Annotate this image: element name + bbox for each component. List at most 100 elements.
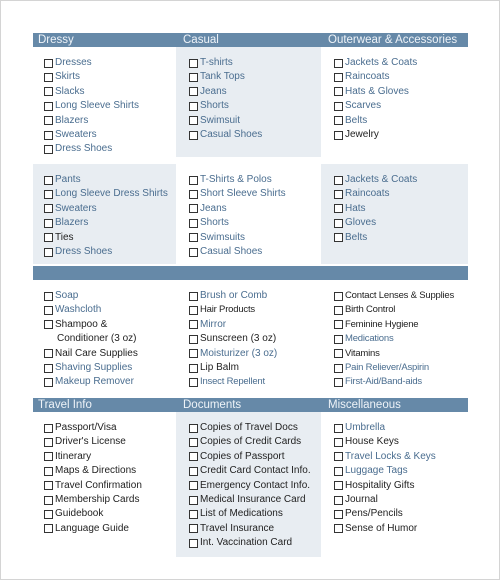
checklist-item[interactable]: Feminine Hygiene <box>334 319 419 331</box>
checklist-item[interactable]: Long Sleeve Shirts <box>44 100 139 112</box>
checkbox[interactable] <box>334 349 343 359</box>
checklist-item[interactable]: Travel Confirmation <box>44 480 142 492</box>
checkbox[interactable] <box>44 524 53 534</box>
checkbox[interactable] <box>334 58 343 68</box>
checkbox[interactable] <box>44 509 53 519</box>
checkbox[interactable] <box>189 87 198 97</box>
checklist-item[interactable]: Pants <box>44 174 81 186</box>
checklist-item[interactable]: Jeans <box>189 86 227 98</box>
checkbox[interactable] <box>334 481 343 491</box>
checkbox[interactable] <box>189 305 198 315</box>
checkbox[interactable] <box>44 495 53 505</box>
checklist-item[interactable]: Journal <box>334 494 378 506</box>
checkbox[interactable] <box>44 87 53 97</box>
checkbox[interactable] <box>44 349 53 359</box>
checkbox[interactable] <box>189 377 198 387</box>
checklist-item[interactable]: T-shirts <box>189 57 233 69</box>
checklist-item[interactable]: Membership Cards <box>44 494 139 506</box>
checklist-item[interactable]: Long Sleeve Dress Shirts <box>44 188 168 200</box>
checkbox[interactable] <box>189 452 198 462</box>
checklist-item[interactable]: Pens/Pencils <box>334 508 403 520</box>
checklist-item[interactable]: Gloves <box>334 217 376 229</box>
checklist-item[interactable]: Nail Care Supplies <box>44 348 138 360</box>
checkbox[interactable] <box>189 466 198 476</box>
checkbox[interactable] <box>189 72 198 82</box>
checklist-item[interactable]: Dress Shoes <box>44 246 112 258</box>
checkbox[interactable] <box>44 377 53 387</box>
checkbox[interactable] <box>189 204 198 214</box>
checklist-item[interactable]: Umbrella <box>334 422 385 434</box>
checkbox[interactable] <box>189 130 198 140</box>
checkbox[interactable] <box>189 349 198 359</box>
checkbox[interactable] <box>334 204 343 214</box>
checklist-item[interactable]: Casual Shoes <box>189 246 262 258</box>
checklist-item[interactable]: Skirts <box>44 71 80 83</box>
checklist-item[interactable]: Medical Insurance Card <box>189 494 306 506</box>
checklist-item[interactable]: Vitamins <box>334 348 380 360</box>
checkbox[interactable] <box>44 144 53 154</box>
checklist-item[interactable]: Itinerary <box>44 451 91 463</box>
checklist-item[interactable]: Jackets & Coats <box>334 174 417 186</box>
checkbox[interactable] <box>44 320 53 330</box>
checkbox[interactable] <box>334 87 343 97</box>
checkbox[interactable] <box>189 58 198 68</box>
checklist-item[interactable]: Shaving Supplies <box>44 362 132 374</box>
checkbox[interactable] <box>189 189 198 199</box>
checkbox[interactable] <box>44 466 53 476</box>
checklist-item[interactable]: Int. Vaccination Card <box>189 537 292 549</box>
checklist-item[interactable]: Credit Card Contact Info. <box>189 465 311 477</box>
checkbox[interactable] <box>44 305 53 315</box>
checkbox[interactable] <box>334 291 343 301</box>
checkbox[interactable] <box>334 466 343 476</box>
checklist-item[interactable]: Jeans <box>189 203 227 215</box>
checkbox[interactable] <box>44 204 53 214</box>
checklist-item[interactable]: Slacks <box>44 86 84 98</box>
checklist-item[interactable]: Jackets & Coats <box>334 57 417 69</box>
checkbox[interactable] <box>44 116 53 126</box>
checkbox[interactable] <box>44 101 53 111</box>
checkbox[interactable] <box>44 175 53 185</box>
checklist-item[interactable]: Hats <box>334 203 366 215</box>
checkbox[interactable] <box>44 189 53 199</box>
checkbox[interactable] <box>189 320 198 330</box>
checkbox[interactable] <box>44 72 53 82</box>
checklist-item[interactable]: Travel Insurance <box>189 523 274 535</box>
checkbox[interactable] <box>44 452 53 462</box>
checkbox[interactable] <box>189 218 198 228</box>
checklist-item[interactable]: Raincoats <box>334 71 389 83</box>
checklist-item[interactable]: Sweaters <box>44 129 97 141</box>
checkbox[interactable] <box>44 233 53 243</box>
checklist-item[interactable]: Dresses <box>44 57 92 69</box>
checkbox[interactable] <box>189 481 198 491</box>
checklist-item[interactable]: List of Medications <box>189 508 283 520</box>
checklist-item[interactable]: Emergency Contact Info. <box>189 480 310 492</box>
checkbox[interactable] <box>189 437 198 447</box>
checkbox[interactable] <box>334 175 343 185</box>
checkbox[interactable] <box>334 452 343 462</box>
checkbox[interactable] <box>334 524 343 534</box>
checkbox[interactable] <box>334 233 343 243</box>
checklist-item[interactable]: Hats & Gloves <box>334 86 409 98</box>
checklist-item[interactable]: T-Shirts & Polos <box>189 174 272 186</box>
checkbox[interactable] <box>189 334 198 344</box>
checklist-item[interactable]: Washcloth <box>44 304 101 316</box>
checkbox[interactable] <box>189 363 198 373</box>
checklist-item[interactable]: Belts <box>334 115 367 127</box>
checkbox[interactable] <box>44 481 53 491</box>
checkbox[interactable] <box>334 218 343 228</box>
checklist-item[interactable]: Conditioner (3 oz) <box>44 333 136 345</box>
checkbox[interactable] <box>44 218 53 228</box>
checklist-item[interactable]: Hair Products <box>189 304 255 316</box>
checkbox[interactable] <box>334 130 343 140</box>
checklist-item[interactable]: Hospitality Gifts <box>334 480 414 492</box>
checkbox[interactable] <box>189 538 198 548</box>
checklist-item[interactable]: Shorts <box>189 100 229 112</box>
checkbox[interactable] <box>189 116 198 126</box>
checkbox[interactable] <box>334 509 343 519</box>
checklist-item[interactable]: First-Aid/Band-aids <box>334 376 422 388</box>
checklist-item[interactable]: Driver's License <box>44 436 126 448</box>
checkbox[interactable] <box>189 101 198 111</box>
checkbox[interactable] <box>334 305 343 315</box>
checklist-item[interactable]: Luggage Tags <box>334 465 408 477</box>
checklist-item[interactable]: Mirror <box>189 319 226 331</box>
